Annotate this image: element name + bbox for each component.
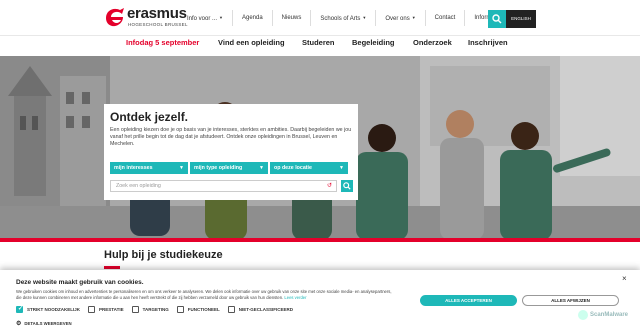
checkbox[interactable] xyxy=(176,306,184,313)
reject-all-button[interactable]: ALLES AFWIJZEN xyxy=(522,295,619,306)
cookie-banner: Deze website maakt gebruik van cookies. … xyxy=(0,270,640,331)
close-icon[interactable]: × xyxy=(622,274,627,283)
opleiding-search-input[interactable]: Zoek een opleiding ↺ xyxy=(110,180,337,192)
checkbox[interactable] xyxy=(88,306,96,313)
filter-locatie[interactable]: op deze locatie ▼ xyxy=(270,162,348,174)
cookie-option-targeting[interactable]: TARGETING xyxy=(131,306,169,313)
chevron-down-icon: ▼ xyxy=(259,165,264,171)
topnav-contact[interactable]: Contact xyxy=(424,10,465,26)
hero-description: Een opleiding kiezen doe je op basis van… xyxy=(110,127,352,147)
main-navigation: Infodag 5 september Vind een opleiding S… xyxy=(0,36,640,56)
hero-red-strip xyxy=(0,238,640,242)
cookie-option-prestatie[interactable]: PRESTATIE xyxy=(88,306,124,313)
chevron-down-icon: ▼ xyxy=(362,15,367,20)
accept-all-button[interactable]: ALLES ACCEPTEREN xyxy=(420,295,517,306)
search-placeholder: Zoek een opleiding xyxy=(116,183,161,189)
scanmalware-watermark: ScanMalware xyxy=(578,310,628,320)
search-icon xyxy=(492,14,502,24)
shield-icon xyxy=(578,310,588,320)
chevron-down-icon: ▼ xyxy=(339,165,344,171)
logo-wordmark: erasmus xyxy=(127,5,187,22)
chevron-down-icon: ▼ xyxy=(219,15,223,20)
topnav-over-ons[interactable]: Over ons ▼ xyxy=(375,10,424,26)
search-icon xyxy=(343,182,351,190)
topnav-agenda[interactable]: Agenda xyxy=(231,10,272,26)
hero-search-card: Ontdek jezelf. Een opleiding kiezen doe … xyxy=(104,104,358,200)
cookie-title: Deze website maakt gebruik van cookies. xyxy=(16,279,144,286)
checkbox[interactable] xyxy=(227,306,235,313)
top-navigation: Info voor ... ▼ Agenda Nieuws Schools of … xyxy=(183,10,512,26)
topnav-nieuws[interactable]: Nieuws xyxy=(271,10,311,26)
section-title: Hulp bij je studiekeuze xyxy=(104,249,223,261)
gear-icon: ⚙ xyxy=(16,321,22,327)
top-bar: erasmus HOGESCHOOL BRUSSEL Info voor ...… xyxy=(0,0,640,36)
filter-row: mijn interesses ▼ mijn type opleiding ▼ op… xyxy=(110,162,348,174)
logo-subtitle: HOGESCHOOL BRUSSEL xyxy=(128,22,188,27)
clear-icon[interactable]: ↺ xyxy=(327,181,332,191)
hero-title: Ontdek jezelf. xyxy=(110,110,189,124)
language-button[interactable]: ENGLISH xyxy=(506,10,536,28)
logo[interactable]: erasmus HOGESCHOOL BRUSSEL xyxy=(104,5,187,31)
cookie-text: We gebruiken cookies om inhoud en advert… xyxy=(16,289,392,300)
erasmus-logo-icon xyxy=(106,8,124,27)
opleiding-search-button[interactable] xyxy=(341,180,353,192)
topnav-schools-of-arts[interactable]: Schools of Arts ▼ xyxy=(310,10,375,26)
cookie-option-niet-geclassificeerd[interactable]: NIET-GECLASSIFICEERD xyxy=(227,306,293,313)
cookie-option-strikt[interactable]: STRIKT NOODZAKELIJK xyxy=(16,305,80,313)
details-toggle[interactable]: ⚙ DETAILS WEERGEVEN xyxy=(16,320,72,327)
cookie-description: We gebruiken cookies om inhoud en advert… xyxy=(16,289,396,301)
mainnav-onderzoek[interactable]: Onderzoek xyxy=(413,38,452,47)
checkbox[interactable] xyxy=(16,305,23,313)
filter-type-opleiding[interactable]: mijn type opleiding ▼ xyxy=(190,162,268,174)
section-accent-bar xyxy=(104,266,120,269)
cookie-options: STRIKT NOODZAKELIJK PRESTATIE TARGETING … xyxy=(16,305,293,313)
search-button[interactable] xyxy=(488,10,506,28)
read-more-link[interactable]: Lees verder xyxy=(284,295,306,300)
chevron-down-icon: ▼ xyxy=(179,165,184,171)
checkbox[interactable] xyxy=(131,306,139,313)
mainnav-begeleiding[interactable]: Begeleiding xyxy=(352,38,395,47)
cookie-option-functioneel[interactable]: FUNCTIONEEL xyxy=(176,306,220,313)
chevron-down-icon: ▼ xyxy=(411,15,416,20)
mainnav-studeren[interactable]: Studeren xyxy=(302,38,335,47)
filter-interesses[interactable]: mijn interesses ▼ xyxy=(110,162,188,174)
topnav-info-voor[interactable]: Info voor ... ▼ xyxy=(183,10,232,26)
mainnav-infodag[interactable]: Infodag 5 september xyxy=(126,38,199,47)
mainnav-inschrijven[interactable]: Inschrijven xyxy=(468,38,508,47)
mainnav-vind-een-opleiding[interactable]: Vind een opleiding xyxy=(218,38,285,47)
